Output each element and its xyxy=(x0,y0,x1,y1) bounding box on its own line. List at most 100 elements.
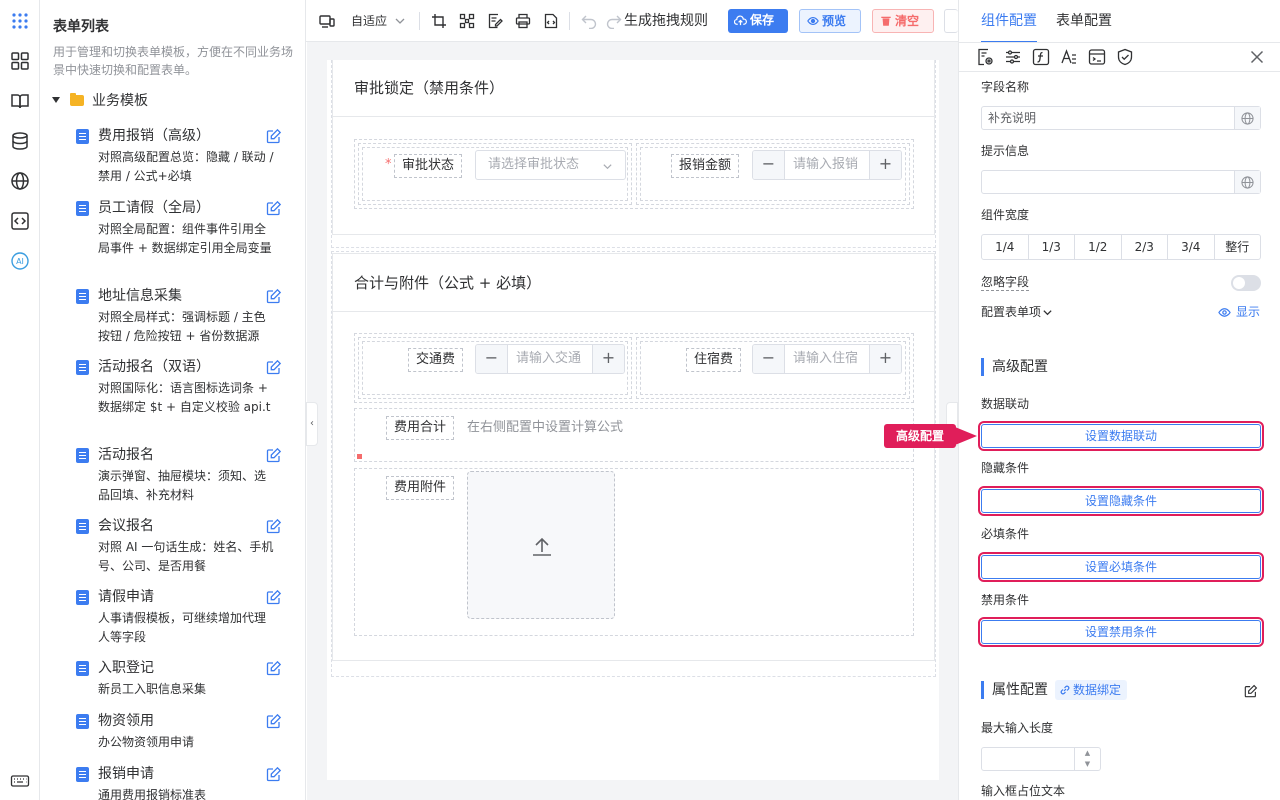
crop-icon[interactable] xyxy=(431,13,447,29)
edit-icon[interactable] xyxy=(266,660,282,676)
formula-hint: 在右侧配置中设置计算公式 xyxy=(467,420,624,435)
reimburse-amount-input[interactable]: − 请输入报销 + xyxy=(752,150,902,180)
chevron-down-icon xyxy=(603,164,612,170)
minus-button[interactable]: − xyxy=(476,345,508,373)
close-icon[interactable] xyxy=(1248,48,1266,66)
function-icon[interactable] xyxy=(1032,48,1050,66)
document-icon xyxy=(76,519,89,534)
lodging-label: 住宿费 xyxy=(686,348,742,372)
document-icon xyxy=(76,289,89,304)
eye-icon[interactable] xyxy=(1218,306,1231,319)
window-code-icon[interactable] xyxy=(1088,48,1106,66)
set-hide-condition-button[interactable]: 设置隐藏条件 xyxy=(978,486,1264,516)
shield-check-icon[interactable] xyxy=(1116,48,1134,66)
book-icon[interactable] xyxy=(8,89,32,113)
minus-button[interactable]: − xyxy=(753,345,785,373)
hide-condition-label: 隐藏条件 xyxy=(981,461,1030,475)
width-label: 组件宽度 xyxy=(981,208,1030,222)
edit-icon[interactable] xyxy=(1244,684,1258,698)
divider xyxy=(959,42,1280,43)
panel-description: 用于管理和切换表单模板，方便在不同业务场景中快速切换和配置表单。 xyxy=(53,45,294,77)
ai-icon[interactable]: AI xyxy=(8,249,32,273)
set-required-condition-button[interactable]: 设置必填条件 xyxy=(978,552,1264,582)
set-disable-condition-button[interactable]: 设置禁用条件 xyxy=(978,617,1264,647)
config-items-label[interactable]: 配置表单项 xyxy=(981,304,1041,320)
approval-status-label: 审批状态 xyxy=(394,154,463,178)
ignore-field-switch[interactable] xyxy=(1231,275,1261,291)
edit-icon[interactable] xyxy=(266,766,282,782)
disable-condition-label: 禁用条件 xyxy=(981,593,1030,607)
clear-label: 清空 xyxy=(895,14,920,28)
collapse-left-handle[interactable]: ‹ xyxy=(306,402,318,446)
upload-area[interactable] xyxy=(467,471,615,619)
adaptive-select[interactable]: 自适应 xyxy=(351,12,387,30)
max-length-input[interactable]: ▲ ▼ xyxy=(981,747,1101,771)
width-option[interactable]: 1/2 xyxy=(1075,235,1122,259)
tab-form-config[interactable]: 表单配置 xyxy=(1056,12,1112,30)
json-icon[interactable] xyxy=(543,13,559,29)
chevron-down-icon[interactable] xyxy=(1042,307,1053,318)
redo-icon[interactable] xyxy=(606,13,622,30)
edit-icon[interactable] xyxy=(266,589,282,605)
code-icon[interactable] xyxy=(8,209,32,233)
template-name: 请假申请 xyxy=(98,589,154,605)
qrcode-icon[interactable] xyxy=(459,13,475,29)
divider xyxy=(333,311,934,312)
properties-icon[interactable] xyxy=(976,48,994,66)
language-globe-icon[interactable] xyxy=(1234,107,1260,129)
edit-icon[interactable] xyxy=(266,447,282,463)
set-linkage-button[interactable]: 设置数据联动 xyxy=(978,421,1264,451)
document-icon xyxy=(76,201,89,216)
width-option[interactable]: 3/4 xyxy=(1168,235,1215,259)
apps-grid-icon[interactable] xyxy=(8,9,32,33)
edit-icon[interactable] xyxy=(266,288,282,304)
card-title: 审批锁定（禁用条件） xyxy=(354,79,505,97)
undo-icon[interactable] xyxy=(581,13,597,30)
edit-icon[interactable] xyxy=(266,713,282,729)
data-binding-tag[interactable]: 数据绑定 xyxy=(1055,680,1128,700)
field-name-input[interactable]: 补充说明 xyxy=(981,106,1261,130)
generate-rules-button[interactable]: 生成拖拽规则 xyxy=(624,12,708,30)
plus-button[interactable]: + xyxy=(869,345,901,373)
input-placeholder: 请输入报销 xyxy=(793,157,859,172)
database-icon[interactable] xyxy=(8,129,32,153)
lodging-input[interactable]: − 请输入住宿 + xyxy=(752,344,902,374)
clear-button[interactable]: 清空 xyxy=(872,9,934,33)
language-globe-icon[interactable] xyxy=(1234,171,1260,193)
width-option[interactable]: 1/4 xyxy=(982,235,1029,259)
more-button[interactable] xyxy=(944,9,958,33)
preview-button[interactable]: 预览 xyxy=(799,9,861,33)
advanced-config-callout: 高级配置 xyxy=(884,424,956,448)
tab-component-config[interactable]: 组件配置 xyxy=(981,12,1037,30)
edit-icon[interactable] xyxy=(266,359,282,375)
approval-status-select[interactable]: 请选择审批状态 xyxy=(475,150,626,180)
stepper-arrows[interactable]: ▲ ▼ xyxy=(1074,748,1100,770)
width-option[interactable]: 1/3 xyxy=(1029,235,1075,259)
chevron-down-icon[interactable] xyxy=(394,15,406,27)
edit-icon[interactable] xyxy=(266,128,282,144)
plus-button[interactable]: + xyxy=(869,151,901,179)
edit-icon[interactable] xyxy=(266,200,282,216)
print-icon[interactable] xyxy=(515,13,531,29)
show-toggle[interactable]: 显示 xyxy=(1236,304,1260,320)
template-name: 报销申请 xyxy=(98,766,154,782)
transport-input[interactable]: − 请输入交通 + xyxy=(475,344,625,374)
plus-button[interactable]: + xyxy=(592,345,624,373)
globe-icon[interactable] xyxy=(8,169,32,193)
caret-down-icon xyxy=(52,97,60,103)
text-style-icon[interactable] xyxy=(1060,48,1078,66)
edit-doc-icon[interactable] xyxy=(487,13,503,29)
template-group-business[interactable]: 业务模板 xyxy=(52,90,148,110)
edit-icon[interactable] xyxy=(266,518,282,534)
width-option[interactable]: 整行 xyxy=(1215,235,1261,259)
sliders-icon[interactable] xyxy=(1004,48,1022,66)
components-icon[interactable] xyxy=(8,49,32,73)
panel-title: 表单列表 xyxy=(53,19,109,35)
keyboard-icon[interactable] xyxy=(8,769,32,793)
width-option[interactable]: 2/3 xyxy=(1122,235,1168,259)
device-icon[interactable] xyxy=(319,13,335,29)
minus-button[interactable]: − xyxy=(753,151,785,179)
template-list-panel: 表单列表 用于管理和切换表单模板，方便在不同业务场景中快速切换和配置表单。 业务… xyxy=(40,0,306,800)
save-button[interactable]: 保存 xyxy=(728,9,788,33)
hint-input[interactable] xyxy=(981,170,1261,194)
